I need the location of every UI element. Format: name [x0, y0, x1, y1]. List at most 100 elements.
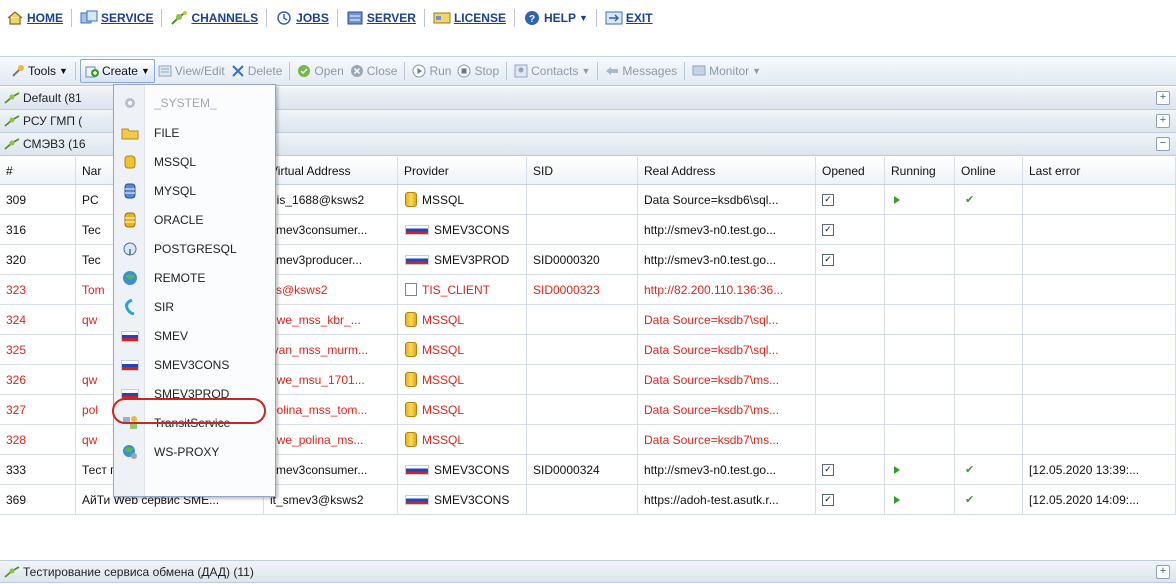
tools-button[interactable]: Tools ▼: [8, 60, 71, 82]
nav-divider: [595, 9, 597, 27]
russian-flag-icon: [121, 327, 139, 345]
raddr-cell: Data Source=ksdb7\sql...: [638, 335, 816, 364]
menu-item-oracle[interactable]: ORACLE: [114, 205, 275, 235]
collapse-icon[interactable]: −: [1156, 137, 1170, 151]
menu-item-smev3cons[interactable]: SMEV3CONS: [114, 350, 275, 380]
nav-exit[interactable]: EXIT: [605, 10, 653, 26]
flag-shape: [405, 464, 429, 475]
nav-help[interactable]: ? HELP ▼: [523, 10, 588, 26]
play-icon: [894, 465, 900, 474]
provider-label: SMEV3CONS: [434, 222, 510, 237]
nav-license[interactable]: LICENSE: [433, 10, 506, 26]
highlight-annotation: [112, 398, 266, 424]
toolbar-divider: [289, 62, 291, 80]
col-opened-header[interactable]: Opened: [816, 157, 885, 184]
contacts-button[interactable]: Contacts ▼: [511, 60, 593, 82]
menu-item-sir[interactable]: SIR: [114, 292, 275, 322]
nav-help-label: HELP: [543, 11, 576, 25]
menu-item-remote[interactable]: REMOTE: [114, 263, 275, 293]
messages-button[interactable]: Messages: [602, 60, 680, 82]
menu-item-ws-proxy[interactable]: WS-PROXY: [114, 437, 275, 467]
menu-item-postgresql[interactable]: POSTGRESQL: [114, 234, 275, 264]
group-test-exchange[interactable]: Тестирование сервиса обмена (ДАД) (11) +: [0, 560, 1176, 583]
online-cell: [955, 395, 1023, 424]
expand-icon[interactable]: +: [1156, 114, 1170, 128]
vaddr-cell: qwe_msu_1701...: [264, 365, 398, 394]
monitor-icon: [692, 64, 706, 78]
nav-home[interactable]: HOME: [6, 10, 63, 26]
provider-cell: MSSQL: [398, 425, 527, 454]
contacts-label: Contacts: [531, 64, 579, 78]
database-shape: [405, 402, 417, 417]
col-running-header[interactable]: Running: [885, 157, 955, 184]
channel-group-icon: [4, 92, 20, 104]
nav-server[interactable]: SERVER: [346, 10, 416, 26]
running-cell: [885, 365, 955, 394]
provider-label: MSSQL: [422, 372, 465, 387]
provider-cell: MSSQL: [398, 395, 527, 424]
tools-icon: [11, 64, 25, 78]
channels-icon: [170, 10, 188, 26]
database-shape: [405, 192, 417, 207]
toolbar: Tools ▼ Create ▼ View/Edit Delete Open C…: [0, 56, 1176, 86]
monitor-button[interactable]: Monitor ▼: [689, 60, 764, 82]
check-icon: ✔: [965, 194, 975, 206]
server-icon: [346, 10, 364, 26]
opened-cell: ✓: [816, 245, 885, 274]
online-cell: [955, 245, 1023, 274]
provider-cell: SMEV3CONS: [398, 485, 527, 514]
online-cell: [955, 335, 1023, 364]
database-blue-icon: [121, 182, 139, 200]
run-button[interactable]: Run: [409, 60, 454, 82]
vaddr-cell: polina_mss_tom...: [264, 395, 398, 424]
num-cell: 327: [0, 395, 76, 424]
menu-item-mssql[interactable]: MSSQL: [114, 147, 275, 177]
create-button[interactable]: Create ▼: [79, 59, 155, 83]
online-cell: ✔: [955, 455, 1023, 484]
col-sid-header[interactable]: SID: [527, 157, 638, 184]
nav-service[interactable]: SERVICE: [80, 10, 153, 26]
vaddr-cell: qwe_mss_kbr_...: [264, 305, 398, 334]
col-last-error-header[interactable]: Last error: [1023, 157, 1176, 184]
menu-item-mysql[interactable]: MYSQL: [114, 176, 275, 206]
running-cell: [885, 185, 955, 214]
view-edit-label: View/Edit: [174, 64, 225, 78]
exit-icon: [605, 10, 623, 26]
toolbar-divider: [597, 62, 599, 80]
expand-icon[interactable]: +: [1156, 565, 1170, 579]
view-edit-button[interactable]: View/Edit: [155, 60, 228, 82]
nav-divider: [161, 9, 163, 27]
stop-button[interactable]: Stop: [454, 60, 502, 82]
close-button[interactable]: Close: [347, 60, 401, 82]
col-online-header[interactable]: Online: [955, 157, 1023, 184]
elephant-icon: [121, 240, 139, 258]
nav-jobs[interactable]: JOBS: [275, 10, 329, 26]
menu-item-system[interactable]: _SYSTEM_: [114, 88, 275, 118]
error-cell: [12.05.2020 14:09:...: [1023, 485, 1176, 514]
vaddr-cell: gis_1688@ksws2: [264, 185, 398, 214]
menu-item-smev[interactable]: SMEV: [114, 321, 275, 351]
col-real-address-header[interactable]: Real Address: [638, 157, 816, 184]
checkbox-checked-icon: ✓: [822, 463, 834, 476]
provider-cell: MSSQL: [398, 185, 527, 214]
menu-item-file[interactable]: FILE: [114, 118, 275, 148]
col-num-header[interactable]: #: [0, 157, 76, 184]
check-icon: ✔: [965, 494, 975, 506]
nav-divider: [423, 9, 425, 27]
sid-cell: SID0000324: [527, 455, 638, 484]
open-button[interactable]: Open: [294, 60, 346, 82]
open-icon: [297, 64, 311, 78]
online-cell: [955, 275, 1023, 304]
col-provider-header[interactable]: Provider: [398, 157, 527, 184]
running-cell: [885, 275, 955, 304]
help-icon: ?: [523, 10, 541, 26]
raddr-cell: Data Source=ksdb7\ms...: [638, 365, 816, 394]
error-cell: [1023, 215, 1176, 244]
flag-shape: [405, 254, 429, 265]
stop-label: Stop: [474, 64, 500, 78]
nav-channels[interactable]: CHANNELS: [170, 10, 258, 26]
messages-label: Messages: [622, 64, 678, 78]
col-virtual-address-header[interactable]: Virtual Address: [264, 157, 398, 184]
expand-icon[interactable]: +: [1156, 91, 1170, 105]
delete-button[interactable]: Delete: [228, 60, 286, 82]
